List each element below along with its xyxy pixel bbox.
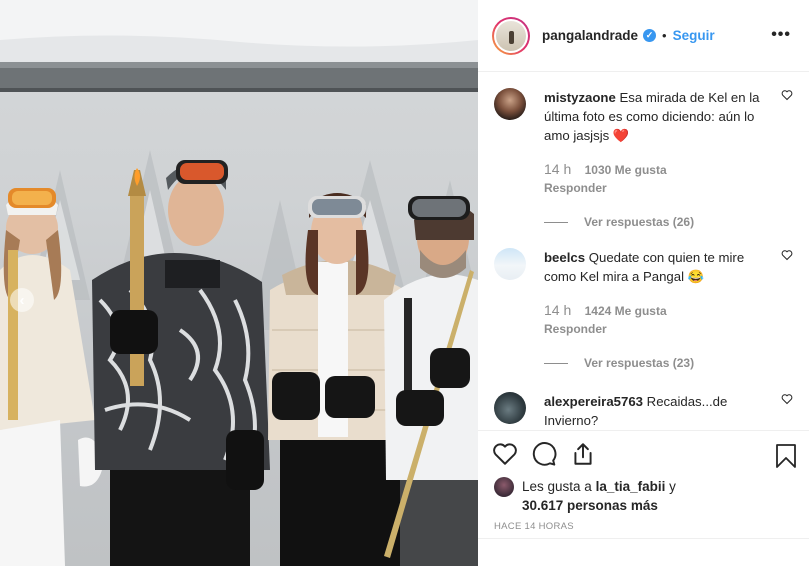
like-comment-heart-icon[interactable] [781, 89, 793, 101]
reply-button[interactable]: Responder [544, 322, 799, 336]
view-replies-label: Ver respuestas (23) [584, 356, 695, 370]
view-replies-label: Ver respuestas (26) [584, 215, 695, 229]
divider [544, 221, 568, 223]
post-timestamp[interactable]: HACE 14 HORAS [494, 521, 574, 532]
post-photo-illustration [0, 0, 478, 566]
laughing-emoji: 😂 [687, 269, 705, 284]
heart-emoji: ❤️ [612, 128, 630, 143]
post-photo[interactable]: ‹ [0, 0, 478, 566]
verified-badge-icon: ✓ [643, 29, 657, 42]
chevron-left-icon[interactable]: ‹ [10, 288, 34, 312]
commenter-username[interactable]: alexpereira5763 [544, 394, 643, 409]
comment-item: alexpereira5763 Recaidas...de Invierno? [494, 392, 799, 430]
liker-username[interactable]: la_tia_fabii [596, 479, 666, 494]
liked-by-prefix: Les gusta a [522, 479, 592, 494]
comment-time[interactable]: 14 h [544, 161, 571, 177]
action-bar [492, 441, 609, 471]
share-icon[interactable] [570, 441, 596, 467]
comment-meta: 14 h 1030 Me gusta [544, 161, 799, 177]
comment-item: beelcs Quedate con quien te mire como Ke… [494, 248, 799, 370]
post-header: pangalandrade ✓ • Seguir ••• [478, 0, 809, 72]
divider [478, 538, 809, 539]
like-comment-heart-icon[interactable] [781, 393, 793, 405]
commenter-username[interactable]: beelcs [544, 250, 585, 265]
comment-time[interactable]: 14 h [544, 302, 571, 318]
commenter-username[interactable]: mistyzaone [544, 90, 616, 105]
comment-likes[interactable]: 1424 Me gusta [585, 304, 667, 318]
comment-text: alexpereira5763 Recaidas...de Invierno? [544, 392, 770, 430]
comment-text: mistyzaone Esa mirada de Kel en la últim… [544, 88, 770, 145]
comment-item: mistyzaone Esa mirada de Kel en la últim… [494, 88, 799, 229]
liked-by: Les gusta a la_tia_fabii y 30.617 person… [494, 477, 702, 515]
comment-text: beelcs Quedate con quien te mire como Ke… [544, 248, 770, 286]
divider [544, 362, 568, 364]
liker-avatar[interactable] [494, 477, 514, 497]
view-replies-button[interactable]: Ver respuestas (26) [544, 215, 799, 229]
reply-button[interactable]: Responder [544, 181, 799, 195]
author-avatar[interactable] [492, 16, 530, 55]
comment-meta: 14 h 1424 Me gusta [544, 302, 799, 318]
liked-by-suffix: y [669, 479, 676, 494]
author-username[interactable]: pangalandrade [542, 28, 638, 43]
liked-by-text: Les gusta a la_tia_fabii y 30.617 person… [522, 477, 702, 515]
post-actions: Les gusta a la_tia_fabii y 30.617 person… [478, 430, 809, 566]
commenter-avatar[interactable] [494, 88, 526, 120]
commenter-avatar[interactable] [494, 392, 526, 424]
post-sidebar: pangalandrade ✓ • Seguir ••• mistyzaone … [478, 0, 809, 566]
view-replies-button[interactable]: Ver respuestas (23) [544, 356, 799, 370]
like-heart-icon[interactable] [492, 441, 518, 467]
likes-count[interactable]: 30.617 personas más [522, 498, 658, 513]
separator-dot: • [662, 28, 667, 43]
commenter-avatar[interactable] [494, 248, 526, 280]
comment-bubble-icon[interactable] [531, 441, 557, 467]
comment-likes[interactable]: 1030 Me gusta [585, 163, 667, 177]
like-comment-heart-icon[interactable] [781, 249, 793, 261]
follow-button[interactable]: Seguir [673, 28, 715, 43]
more-options-icon[interactable]: ••• [771, 27, 791, 43]
bookmark-icon[interactable] [775, 443, 797, 469]
